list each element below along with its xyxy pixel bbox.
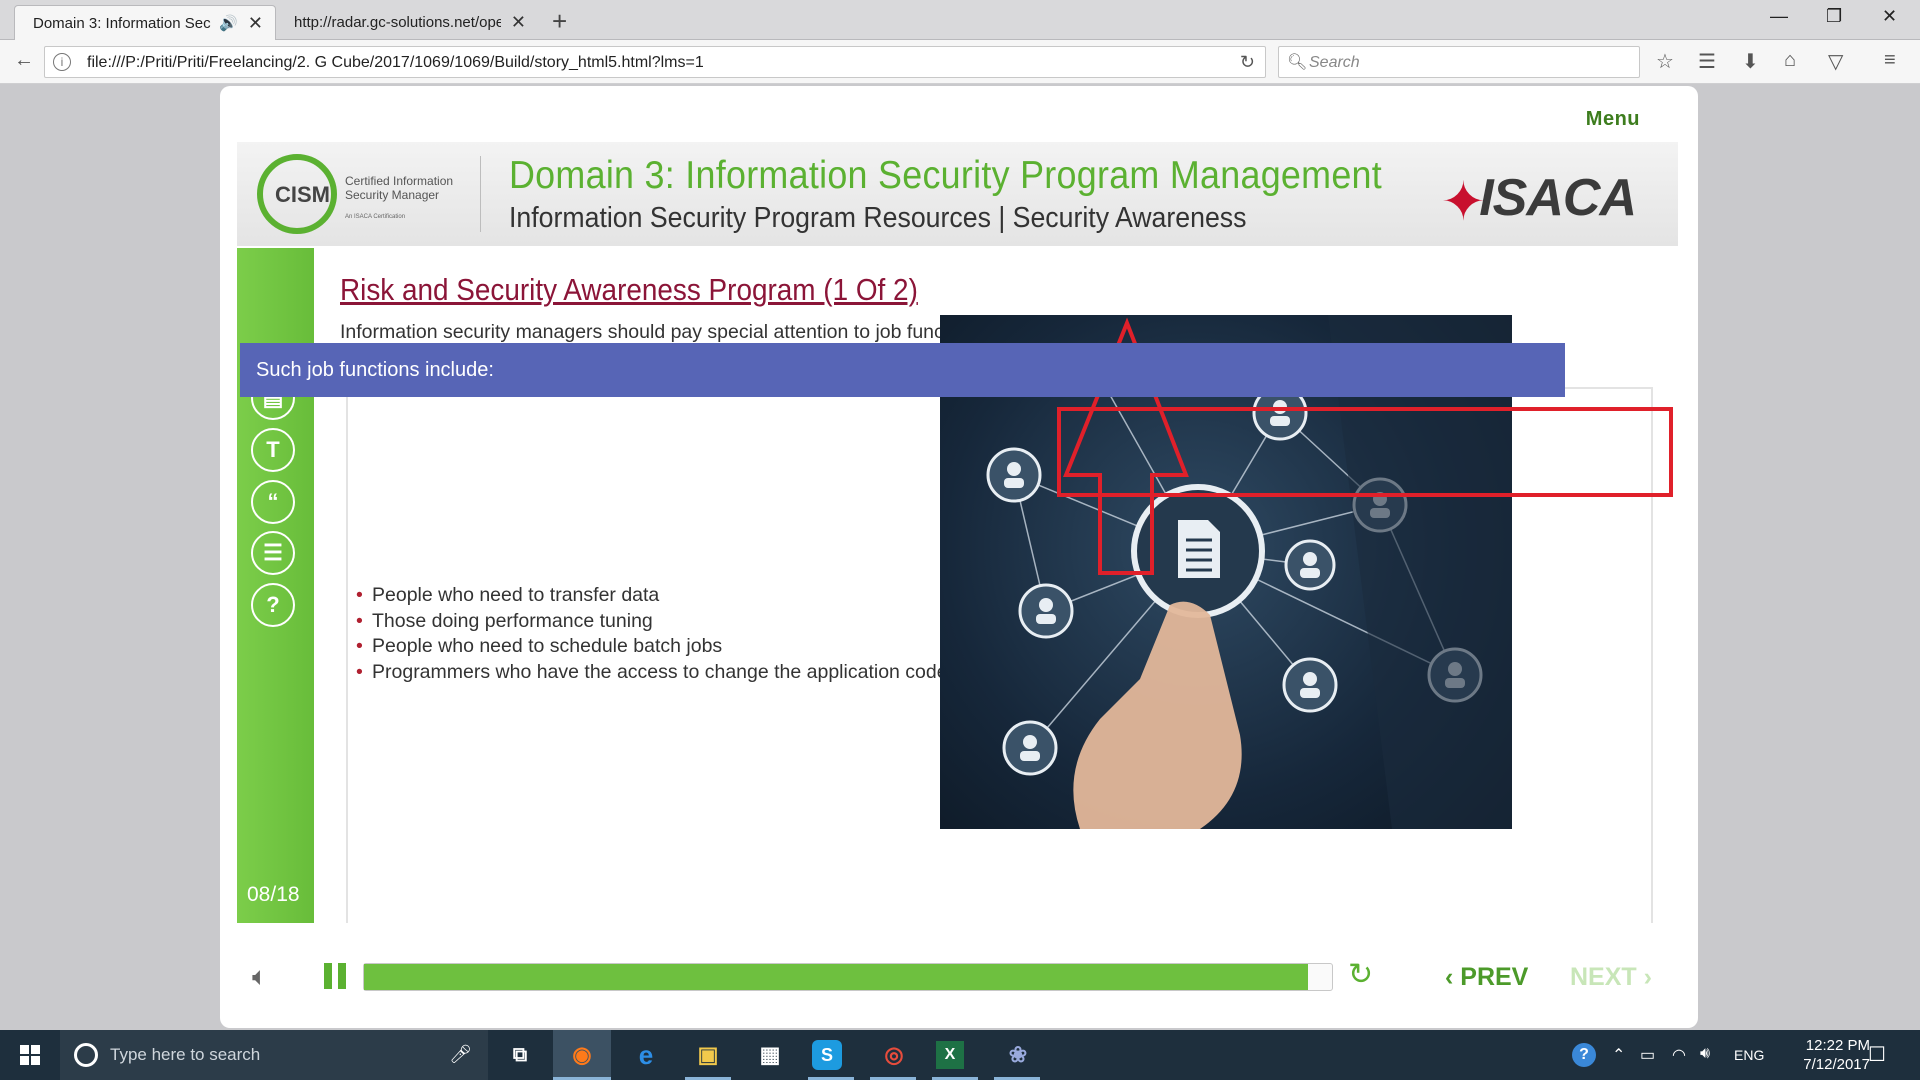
excel-icon[interactable]: X (936, 1041, 964, 1069)
home-icon[interactable]: ⌂ (1784, 49, 1796, 72)
cortana-icon[interactable] (74, 1043, 98, 1067)
address-bar[interactable]: i file:///P:/Priti/Priti/Freelancing/2. … (44, 46, 1266, 78)
reload-icon[interactable]: ↻ (1240, 52, 1255, 73)
prev-label: PREV (1460, 963, 1529, 991)
battery-icon[interactable]: ▭ (1640, 1045, 1655, 1065)
chevron-up-icon[interactable]: ⌃ (1612, 1045, 1625, 1065)
replay-icon[interactable]: ↻ (1348, 957, 1373, 992)
next-label: NEXT (1570, 963, 1637, 991)
chrome-icon[interactable]: ◎ (874, 1036, 914, 1074)
hamburger-menu-icon[interactable]: ≡ (1884, 49, 1896, 72)
header-divider (480, 156, 481, 232)
taskbar-search-placeholder: Type here to search (110, 1045, 261, 1064)
close-window-button[interactable]: ✕ (1882, 6, 1897, 27)
close-tab-icon[interactable]: ✕ (511, 12, 526, 33)
minimize-button[interactable]: — (1770, 6, 1788, 27)
system-clock[interactable]: 12:22 PM 7/12/2017 (1770, 1036, 1870, 1074)
wifi-icon[interactable]: ◠ (1672, 1045, 1686, 1065)
volume-icon[interactable]: 🔈︎ (252, 961, 268, 993)
quote-icon[interactable]: “ (251, 480, 295, 524)
cism-subtitle: Certified Information Security Manager (345, 174, 454, 202)
help-tray-icon[interactable]: ? (1572, 1043, 1596, 1067)
prev-button[interactable]: ‹ PREV (1445, 963, 1528, 992)
notifications-icon[interactable]: ☐ (1868, 1042, 1886, 1067)
pause-button[interactable] (324, 963, 346, 989)
menu-button[interactable]: Menu (1586, 108, 1640, 131)
pause-bar (324, 963, 332, 989)
tab-course[interactable]: Domain 3: Information Secu 🔊 ✕ (14, 5, 276, 40)
nav-bar: ← i file:///P:/Priti/Priti/Freelancing/2… (0, 40, 1920, 84)
resources-icon[interactable]: ☰ (251, 531, 295, 575)
language-indicator[interactable]: ENG (1734, 1047, 1764, 1063)
new-tab-button[interactable]: + (552, 6, 567, 37)
page-indicator: 08/18 (247, 883, 300, 906)
tab-title: Domain 3: Information Secu (33, 14, 212, 32)
player-controls: 🔈︎ ↻ ‹ PREV NEXT › (220, 941, 1698, 1011)
volume-tray-icon[interactable]: 🔊︎ (1700, 1045, 1710, 1063)
paint-icon[interactable]: ❀ (998, 1036, 1038, 1074)
job-functions-list: People who need to transfer data Those d… (356, 583, 948, 685)
restore-button[interactable]: ❐ (1826, 6, 1842, 27)
file-explorer-icon[interactable]: ▣ (688, 1036, 728, 1074)
slide-title: Risk and Security Awareness Program (1 O… (340, 272, 918, 307)
list-item: People who need to schedule batch jobs (356, 634, 948, 660)
pause-bar (338, 963, 346, 989)
progress-bar[interactable] (363, 963, 1333, 991)
domain-subtitle: Information Security Program Resources |… (509, 202, 1247, 234)
course-player: Menu CISM Certified Information Security… (220, 86, 1698, 1028)
clock-date: 7/12/2017 (1803, 1056, 1870, 1073)
taskbar-search-input[interactable]: Type here to search 🎤︎ (60, 1030, 488, 1080)
transcript-icon[interactable]: T (251, 428, 295, 472)
microphone-icon[interactable]: 🎤︎ (449, 1044, 472, 1065)
tab-radar[interactable]: http://radar.gc-solutions.net/ope ✕ (276, 5, 538, 40)
search-input[interactable]: 🔍︎ Search (1278, 46, 1640, 78)
reading-list-icon[interactable]: ☰ (1698, 49, 1716, 74)
list-item: People who need to transfer data (356, 583, 948, 609)
task-view-icon[interactable]: ⧉ (500, 1036, 540, 1074)
band-label: Such job functions include: (256, 359, 494, 381)
back-arrow-icon[interactable]: ← (14, 49, 34, 72)
search-placeholder: Search (1309, 54, 1360, 71)
list-item: Programmers who have the access to chang… (356, 660, 948, 686)
cism-logo: CISM (257, 154, 337, 234)
speaker-icon[interactable]: 🔊 (219, 14, 238, 32)
list-item: Those doing performance tuning (356, 609, 948, 635)
job-functions-header-band: Such job functions include: (240, 343, 1565, 397)
bookmark-star-icon[interactable]: ☆ (1656, 49, 1674, 74)
help-icon[interactable]: ? (251, 583, 295, 627)
info-icon[interactable]: i (53, 53, 71, 71)
search-icon: 🔍︎ (1287, 54, 1308, 71)
progress-fill (364, 964, 1308, 990)
download-icon[interactable]: ⬇ (1742, 49, 1759, 74)
edge-icon[interactable]: e (626, 1036, 666, 1074)
pocket-icon[interactable]: ▽ (1828, 49, 1843, 74)
next-button[interactable]: NEXT › (1570, 963, 1652, 992)
tab-title: http://radar.gc-solutions.net/ope (294, 14, 501, 31)
taskbar: Type here to search 🎤︎ ⧉ ◉ e ▣ ▦ S ◎ X ❀… (0, 1030, 1920, 1080)
cism-tagline: An ISACA Certification (345, 214, 406, 220)
cism-logo-text: CISM (275, 182, 330, 207)
close-tab-icon[interactable]: ✕ (248, 13, 263, 34)
highlight-annotation (1057, 407, 1673, 497)
firefox-icon[interactable]: ◉ (562, 1036, 602, 1074)
clock-time: 12:22 PM (1805, 1037, 1870, 1054)
store-icon[interactable]: ▦ (750, 1036, 790, 1074)
course-header: CISM Certified Information Security Mana… (237, 142, 1678, 246)
isaca-logo: ISACA (1479, 169, 1637, 227)
url-text[interactable]: file:///P:/Priti/Priti/Freelancing/2. G … (87, 54, 704, 72)
tab-bar: Domain 3: Information Secu 🔊 ✕ http://ra… (0, 0, 1920, 40)
windows-start-icon[interactable] (20, 1045, 40, 1065)
skype-icon[interactable]: S (812, 1040, 842, 1070)
domain-title: Domain 3: Information Security Program M… (509, 154, 1383, 197)
